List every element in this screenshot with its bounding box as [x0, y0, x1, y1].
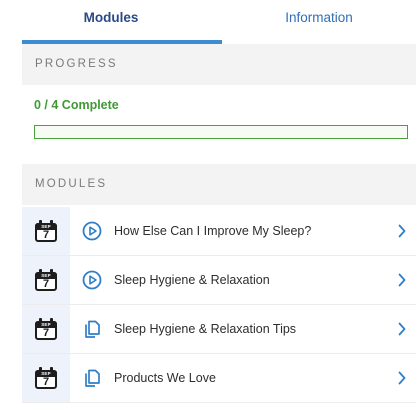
- chevron-right-icon: [398, 224, 406, 238]
- tab-bar: Modules Information: [0, 0, 416, 44]
- tab-information[interactable]: Information: [222, 0, 416, 44]
- progress-status-text: 0 / 4 Complete: [34, 98, 119, 112]
- documents-icon: [85, 369, 100, 387]
- module-day: 7: [42, 229, 50, 241]
- module-title: Products We Love: [114, 371, 216, 385]
- chevron-right-icon: [398, 273, 406, 287]
- module-day: 7: [42, 278, 50, 290]
- module-title: How Else Can I Improve My Sleep?: [114, 224, 312, 238]
- progress-section-header: PROGRESS: [22, 44, 416, 85]
- module-row[interactable]: SEP 7 How Else Can I Improve My Sleep?: [22, 207, 416, 256]
- tab-modules[interactable]: Modules: [0, 0, 222, 44]
- module-date: SEP 7: [22, 354, 70, 402]
- module-row[interactable]: SEP 7 Products We Love: [22, 354, 416, 403]
- calendar-icon: SEP 7: [35, 220, 57, 242]
- play-circle-icon: [82, 221, 102, 241]
- module-day: 7: [42, 376, 50, 388]
- module-day: 7: [42, 327, 50, 339]
- module-title: Sleep Hygiene & Relaxation Tips: [114, 322, 297, 336]
- modules-section-header: MODULES: [22, 164, 416, 205]
- progress-bar: [34, 125, 408, 139]
- calendar-icon: SEP 7: [35, 269, 57, 291]
- module-date: SEP 7: [22, 207, 70, 255]
- module-row[interactable]: SEP 7 Sleep Hygiene & Relaxation: [22, 256, 416, 305]
- documents-icon: [85, 320, 100, 338]
- module-title: Sleep Hygiene & Relaxation: [114, 273, 270, 287]
- calendar-icon: SEP 7: [35, 367, 57, 389]
- calendar-icon: SEP 7: [35, 318, 57, 340]
- module-date: SEP 7: [22, 305, 70, 353]
- play-circle-icon: [82, 270, 102, 290]
- chevron-right-icon: [398, 371, 406, 385]
- chevron-right-icon: [398, 322, 406, 336]
- module-date: SEP 7: [22, 256, 70, 304]
- module-row[interactable]: SEP 7 Sleep Hygiene & Relaxation Tips: [22, 305, 416, 354]
